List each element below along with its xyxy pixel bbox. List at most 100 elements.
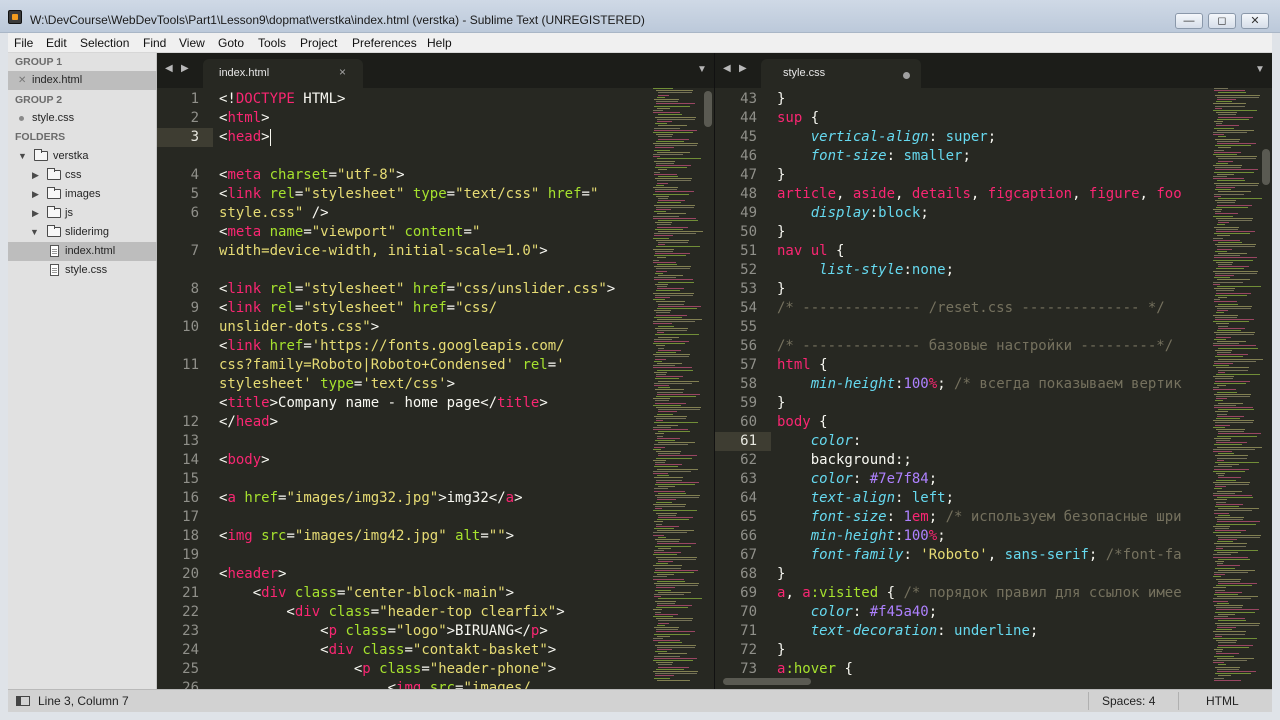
sidebar-folder-sliderimg[interactable]: ▼ sliderimg [8, 223, 157, 242]
code-line[interactable]: <img src="images/ [219, 679, 531, 689]
code-line[interactable]: sup { [777, 109, 819, 128]
minimap[interactable] [1211, 88, 1263, 689]
editor-pane-right[interactable]: ◀ ▶ style.css ▼ 43 44 45 46 47 48 49 50 51 52 53 54… [715, 53, 1272, 689]
code-line[interactable]: } [777, 394, 785, 413]
code-line[interactable]: <p class="header-phone"> [219, 660, 556, 679]
code-line[interactable]: background:; [777, 451, 912, 470]
code-line[interactable]: } [777, 223, 785, 242]
menu-project[interactable]: Project [300, 36, 337, 50]
close-file-icon[interactable]: ✕ [18, 71, 26, 90]
sidebar-file-style-css[interactable]: style.css [8, 261, 157, 280]
tab-close-icon[interactable]: × [339, 65, 346, 79]
sidebar-folder-verstka[interactable]: ▼ verstka [8, 147, 157, 166]
code-line[interactable]: <div class="header-top clearfix"> [219, 603, 564, 622]
tab-prev-icon[interactable]: ◀ [165, 63, 173, 74]
tab-index-html[interactable]: index.html × [203, 59, 363, 88]
code-line[interactable]: list-style:none; [777, 261, 954, 280]
disclosure-open-icon[interactable]: ▼ [18, 147, 27, 166]
vertical-scrollbar[interactable] [704, 91, 712, 127]
menu-edit[interactable]: Edit [46, 36, 67, 50]
menu-file[interactable]: File [14, 36, 33, 50]
code-line[interactable]: display:block; [777, 204, 929, 223]
code-line[interactable]: <header> [219, 565, 286, 584]
code-line[interactable]: body { [777, 413, 828, 432]
code-line[interactable]: min-height:100%; /* всегда показываем ве… [777, 375, 1182, 394]
minimize-button[interactable]: — [1175, 13, 1203, 29]
code-line[interactable]: color: #f45a40; [777, 603, 937, 622]
disclosure-open-icon[interactable]: ▼ [30, 223, 39, 242]
unsaved-dot-icon[interactable] [903, 72, 910, 79]
menu-tools[interactable]: Tools [258, 36, 286, 50]
tab-prev-icon[interactable]: ◀ [723, 63, 731, 74]
code-line[interactable]: <!DOCTYPE HTML> [219, 90, 345, 109]
editor-pane-left[interactable]: ◀ ▶ index.html × ▼ 1 2 3 4 5 6 7 8 9 10 11 12 13 14 15… [157, 53, 714, 689]
code-line[interactable]: <title>Company name - home page</title> [219, 394, 548, 413]
code-line[interactable]: a:hover { [777, 660, 853, 679]
code-line[interactable]: color: [777, 432, 862, 451]
code-line[interactable]: <link rel="stylesheet" type="text/css" h… [219, 185, 598, 204]
code-line[interactable]: stylesheet' type='text/css'> [219, 375, 455, 394]
code-line[interactable]: min-height:100%; [777, 527, 946, 546]
menu-view[interactable]: View [179, 36, 205, 50]
tab-next-icon[interactable]: ▶ [739, 63, 747, 74]
code-line[interactable]: <div class="center-block-main"> [219, 584, 514, 603]
menu-goto[interactable]: Goto [218, 36, 244, 50]
code-line[interactable]: } [777, 565, 785, 584]
disclosure-closed-icon[interactable]: ▶ [32, 166, 39, 185]
code-line[interactable]: <link href='https://fonts.googleapis.com… [219, 337, 565, 356]
tab-next-icon[interactable]: ▶ [181, 63, 189, 74]
sidebar-open-file-style[interactable]: style.css [8, 109, 157, 128]
code-line[interactable]: <link rel="stylesheet" href="css/unslide… [219, 280, 615, 299]
title-bar[interactable]: W:\DevCourse\WebDevTools\Part1\Lesson9\d… [0, 0, 1280, 33]
code-line[interactable]: <img src="images/img42.jpg" alt=""> [219, 527, 514, 546]
code-line[interactable]: <div class="contakt-basket"> [219, 641, 556, 660]
code-line[interactable]: font-family: 'Roboto', sans-serif; /*fon… [777, 546, 1182, 565]
code-line[interactable]: vertical-align: super; [777, 128, 996, 147]
code-line[interactable]: <p class="logo">BIRUANG</p> [219, 622, 548, 641]
syntax-selector[interactable]: HTML [1206, 694, 1239, 708]
code-line[interactable]: /* -------------- базовые настройки ----… [777, 337, 1173, 356]
panel-toggle-icon[interactable] [16, 696, 30, 706]
minimap[interactable] [651, 88, 703, 689]
code-line[interactable]: color: #7e7f84; [777, 470, 937, 489]
disclosure-closed-icon[interactable]: ▶ [32, 204, 39, 223]
menu-preferences[interactable]: Preferences [352, 36, 417, 50]
code-line[interactable]: <meta charset="utf-8"> [219, 166, 405, 185]
sidebar-folder-js[interactable]: ▶ js [8, 204, 157, 223]
sidebar-open-file-index[interactable]: ✕ index.html [8, 71, 157, 90]
code-line[interactable]: <link rel="stylesheet" href="css/ [219, 299, 497, 318]
sidebar-folder-css[interactable]: ▶ css [8, 166, 157, 185]
code-line[interactable]: style.css" /> [219, 204, 329, 223]
code-line[interactable]: } [777, 280, 785, 299]
menu-help[interactable]: Help [427, 36, 452, 50]
code-line[interactable]: article, aside, details, figcaption, fig… [777, 185, 1182, 204]
code-line[interactable]: <meta name="viewport" content=" [219, 223, 480, 242]
code-line[interactable]: text-decoration: underline; [777, 622, 1039, 641]
code-line[interactable]: text-align: left; [777, 489, 954, 508]
code-line[interactable]: } [777, 641, 785, 660]
sidebar-folder-images[interactable]: ▶ images [8, 185, 157, 204]
code-line[interactable]: } [777, 90, 785, 109]
maximize-button[interactable]: ◻ [1208, 13, 1236, 29]
menu-find[interactable]: Find [143, 36, 166, 50]
code-line[interactable]: width=device-width, initial-scale=1.0"> [219, 242, 548, 261]
horizontal-scrollbar[interactable] [723, 678, 811, 685]
close-button[interactable]: ✕ [1241, 13, 1269, 29]
code-line[interactable]: unslider-dots.css"> [219, 318, 379, 337]
tab-style-css[interactable]: style.css [761, 59, 921, 88]
disclosure-closed-icon[interactable]: ▶ [32, 185, 39, 204]
code-line[interactable]: <html> [219, 109, 270, 128]
tab-list-dropdown-icon[interactable]: ▼ [1255, 64, 1265, 75]
code-line[interactable]: a, a:visited { /* порядок правил для ссы… [777, 584, 1182, 603]
menu-selection[interactable]: Selection [80, 36, 129, 50]
code-line[interactable]: html { [777, 356, 828, 375]
tab-list-dropdown-icon[interactable]: ▼ [697, 64, 707, 75]
code-line[interactable]: <body> [219, 451, 270, 470]
code-line[interactable]: } [777, 166, 785, 185]
indentation-selector[interactable]: Spaces: 4 [1102, 694, 1155, 708]
code-line[interactable]: font-size: smaller; [777, 147, 971, 166]
code-line[interactable]: nav ul { [777, 242, 844, 261]
sidebar-file-index-html[interactable]: index.html [8, 242, 157, 261]
code-line[interactable]: /* -------------- /reset.css -----------… [777, 299, 1165, 318]
code-line[interactable]: <a href="images/img32.jpg">img32</a> [219, 489, 523, 508]
